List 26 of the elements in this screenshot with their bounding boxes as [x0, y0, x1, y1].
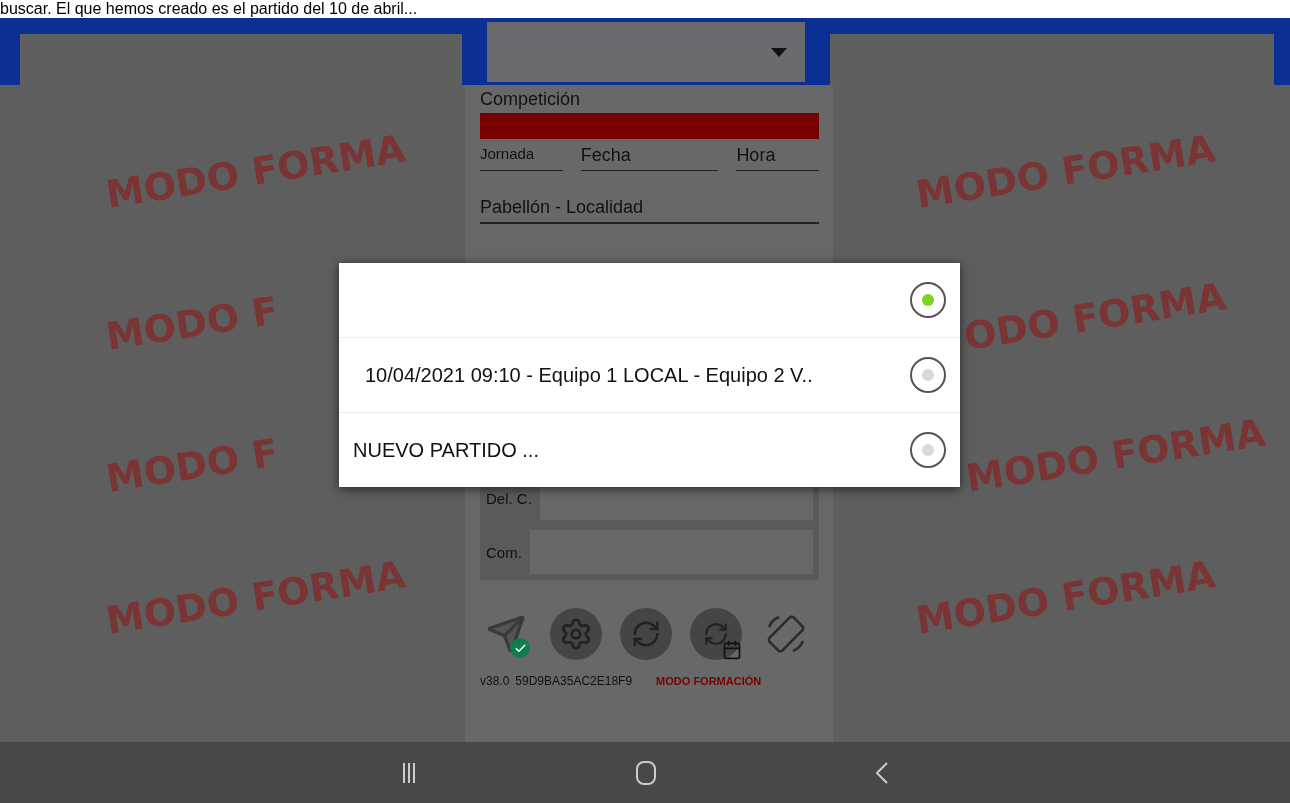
competition-field[interactable] [480, 113, 819, 139]
version-text: v38.0 [480, 674, 510, 688]
field-label[interactable]: Jornada [480, 145, 563, 171]
settings-icon[interactable] [550, 608, 602, 660]
device-id-text: 59D9BA35AC2E18F9 [515, 674, 633, 688]
field-label: Competición [480, 89, 582, 110]
option-text: 10/04/2021 09:10 - Equipo 1 LOCAL - Equipo 2 V.. [365, 363, 814, 387]
field-label: Del. C. [486, 489, 532, 507]
back-icon[interactable] [876, 761, 888, 784]
radio-button[interactable] [910, 282, 946, 318]
field-label: Com. [486, 543, 522, 561]
dialog-option[interactable]: 10/04/2021 09:10 - Equipo 1 LOCAL - Equipo 2 V.. [339, 337, 960, 412]
recent-apps-icon[interactable] [402, 762, 416, 783]
field-label[interactable]: Hora [736, 145, 819, 171]
mode-text: MODO FORMACIÓN [656, 675, 762, 687]
radio-button[interactable] [910, 432, 946, 468]
field-label[interactable]: Fecha [580, 145, 719, 171]
field-label[interactable]: Pabellón - Localidad [480, 197, 819, 224]
sync-calendar-icon[interactable] [690, 608, 742, 660]
caret-icon [771, 47, 787, 57]
radio-button[interactable] [910, 357, 946, 393]
dialog-option[interactable]: NUEVO PARTIDO ... [339, 412, 960, 487]
option-text: NUEVO PARTIDO ... [353, 438, 540, 462]
caption-text: buscar. El que hemos creado es el partido del 10 de abril... [0, 0, 418, 18]
sync-icon[interactable] [620, 608, 672, 660]
home-icon[interactable] [636, 760, 656, 785]
